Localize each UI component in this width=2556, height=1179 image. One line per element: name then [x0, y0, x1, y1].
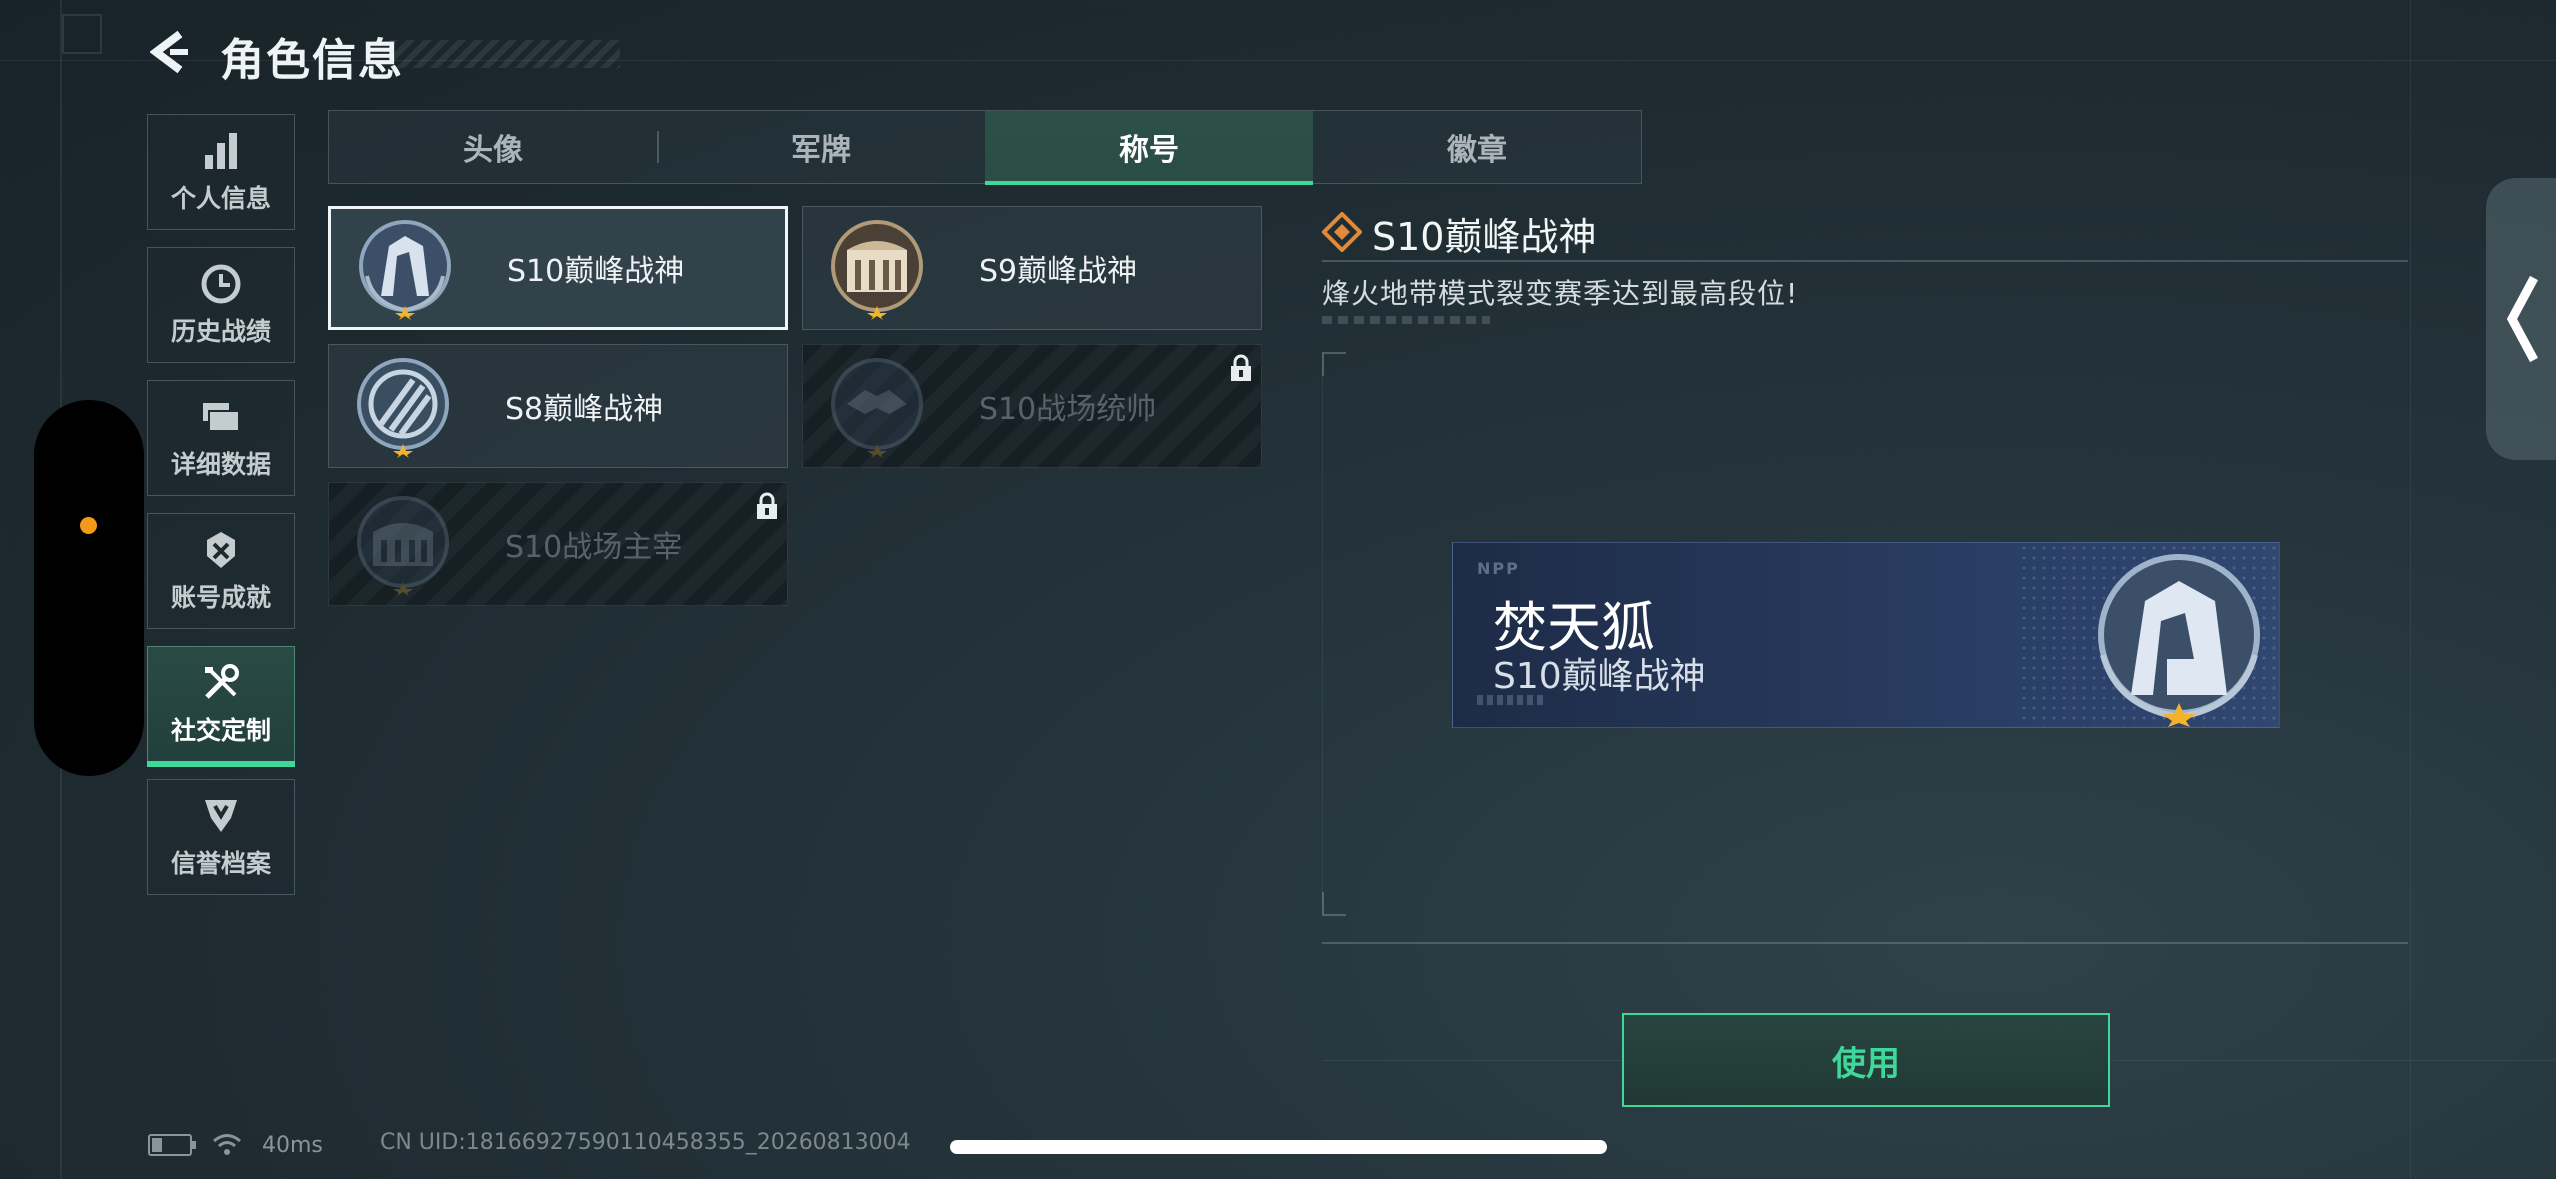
- chevron-left-icon: [2506, 275, 2538, 363]
- corner-decoration: [62, 14, 102, 54]
- sidebar-item-label: 个人信息: [170, 184, 271, 213]
- bar-chart-icon: [205, 133, 237, 169]
- lock-icon: [757, 492, 777, 519]
- wifi-icon: [213, 1134, 241, 1155]
- indicator-dot: [80, 517, 97, 534]
- badge-shield-icon: [205, 800, 237, 832]
- uid-text: CN UID:1816692759011045835​5_20260813004: [380, 1130, 911, 1155]
- sidebar-item-label: 账号成就: [170, 583, 271, 612]
- divider: [1322, 260, 2408, 262]
- sidebar-item-personal-info[interactable]: 个人信息: [147, 114, 295, 230]
- emblem-icon: [831, 220, 923, 320]
- emblem-icon: [357, 496, 449, 596]
- battery-icon: [148, 1134, 196, 1156]
- title-name: S10战场主宰: [505, 530, 683, 565]
- frame-corner: [1322, 892, 1346, 916]
- sidebar-item-label: 信誉档案: [170, 849, 271, 878]
- tab-title[interactable]: 称号: [985, 111, 1313, 185]
- emblem-icon: [359, 220, 451, 320]
- use-button[interactable]: 使用: [1622, 1013, 2110, 1107]
- sidebar-item-achievements[interactable]: 账号成就: [147, 513, 295, 629]
- category-tabs: 头像 军牌 称号 徽章: [328, 110, 1642, 185]
- home-indicator[interactable]: [950, 1140, 1607, 1154]
- panel-toggle[interactable]: [2486, 178, 2556, 460]
- back-arrow-icon[interactable]: [150, 30, 190, 74]
- sidebar-item-label: 社交定制: [170, 716, 271, 745]
- emblem-icon: [2098, 554, 2260, 727]
- side-handle-pill[interactable]: [34, 400, 144, 776]
- status-bar: 40ms: [148, 1130, 323, 1160]
- clock-icon: [201, 264, 241, 304]
- divider: [1322, 942, 2408, 944]
- page-title: 角色信息: [220, 35, 404, 86]
- title-card-s10-peak[interactable]: S10巅峰战神: [328, 206, 788, 330]
- tab-dog-tag[interactable]: 军牌: [657, 111, 985, 183]
- detail-title: S10巅峰战神: [1372, 215, 1597, 259]
- frame-corner: [1322, 352, 1346, 376]
- folder-stack-icon: [203, 403, 240, 432]
- tab-avatar[interactable]: 头像: [329, 111, 657, 183]
- diamond-icon: [1322, 212, 1362, 252]
- ping-value: 40ms: [262, 1132, 323, 1158]
- sidebar-item-match-history[interactable]: 历史战绩: [147, 247, 295, 363]
- tools-icon: [205, 664, 239, 699]
- title-card-s8-peak[interactable]: S8巅峰战神: [328, 344, 788, 468]
- banner-decoration: [1477, 695, 1547, 705]
- detail-description: 烽火地带模式裂变赛季达到最高段位!: [1322, 277, 1799, 310]
- sidebar-item-reputation[interactable]: 信誉档案: [147, 779, 295, 895]
- sidebar-item-label: 历史战绩: [170, 317, 271, 346]
- sidebar-item-label: 详细数据: [170, 450, 271, 479]
- title-name: S10战场统帅: [979, 392, 1157, 427]
- detail-decoration: [1322, 316, 1490, 324]
- title-decoration: [390, 40, 620, 68]
- title-card-s9-peak[interactable]: S9巅峰战神: [802, 206, 1262, 330]
- sidebar-item-social-custom[interactable]: 社交定制: [147, 646, 295, 767]
- sidebar-item-detailed-data[interactable]: 详细数据: [147, 380, 295, 496]
- title-name: S9巅峰战神: [979, 254, 1138, 289]
- title-preview-banner: NPP 焚天狐 S10巅峰战神: [1452, 542, 2280, 728]
- title-name: S8巅峰战神: [505, 392, 664, 427]
- tab-badge[interactable]: 徽章: [1313, 111, 1641, 183]
- preview-title: S10巅峰战神: [1493, 656, 1706, 697]
- banner-logo: NPP: [1477, 559, 1520, 578]
- lock-icon: [1231, 354, 1251, 381]
- title-card-s10-dominator[interactable]: S10战场主宰: [328, 482, 788, 606]
- title-name: S10巅峰战神: [507, 254, 685, 289]
- emblem-icon: [831, 358, 923, 458]
- title-card-s10-commander[interactable]: S10战场统帅: [802, 344, 1262, 468]
- achievement-icon: [207, 532, 235, 568]
- emblem-icon: [357, 358, 449, 458]
